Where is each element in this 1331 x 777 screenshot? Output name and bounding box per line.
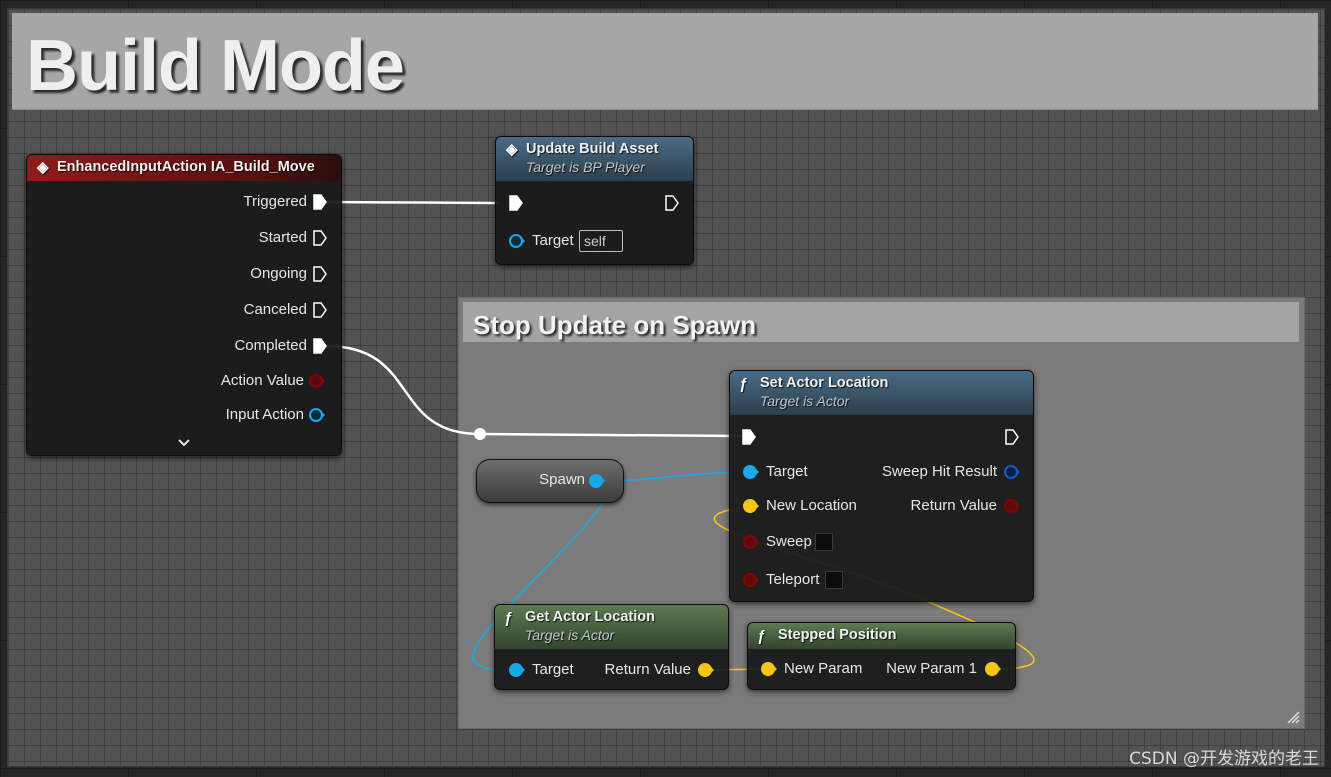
pin-label-sweep: Sweep [766,533,812,550]
target-self-field[interactable]: self [579,230,623,252]
sweep-checkbox[interactable] [815,533,833,551]
pin-label-triggered: Triggered [243,193,307,210]
data-pin-target-get[interactable] [508,662,526,678]
exec-pin-in-set[interactable] [742,429,756,445]
exec-pin-in-update[interactable] [509,195,523,211]
data-pin-new-param-1[interactable] [984,661,1002,677]
data-pin-target-set[interactable] [742,464,760,480]
node-header[interactable]: ƒ Get Actor Location Target is Actor [495,605,728,649]
data-pin-new-param[interactable] [760,661,778,677]
node-title: Update Build Asset [526,141,659,157]
function-icon: ƒ [739,376,748,393]
data-pin-return-value-get[interactable] [697,662,715,678]
node-subtitle: Target is Actor [760,393,850,409]
exec-pin-canceled[interactable] [313,302,327,318]
data-pin-teleport[interactable] [742,572,760,588]
pin-label-return-value: Return Value [604,661,691,678]
node-header[interactable]: ƒ Set Actor Location Target is Actor [730,371,1033,415]
exec-pin-triggered[interactable] [313,194,327,210]
pin-label-action-value: Action Value [220,372,304,389]
node-header[interactable]: ◈ EnhancedInputAction IA_Build_Move [27,155,341,181]
node-header[interactable]: ƒ Stepped Position [748,623,1015,649]
pin-label-target: Target [532,661,574,678]
pin-label-new-param-1: New Param 1 [886,660,977,677]
chevron-down-icon[interactable] [177,437,191,449]
data-pin-action-value[interactable] [308,373,326,389]
event-diamond-icon: ◈ [37,159,49,176]
stepped-position-node[interactable]: ƒ Stepped Position [747,622,1016,690]
exec-pin-out-set[interactable] [1005,429,1019,445]
pin-label-ongoing: Ongoing [250,265,307,282]
data-pin-new-location[interactable] [742,498,760,514]
function-icon: ƒ [757,628,766,645]
node-subtitle: Target is BP Player [526,159,645,175]
reroute-node [474,428,486,440]
node-subtitle: Target is Actor [525,627,615,643]
exec-pin-ongoing[interactable] [313,266,327,282]
pin-label-new-location: New Location [766,497,857,514]
pin-label-target: Target [532,232,574,249]
pin-label-input-action: Input Action [225,406,304,423]
pin-label-started: Started [258,229,307,246]
teleport-checkbox[interactable] [825,571,843,589]
node-header[interactable]: ◈ Update Build Asset Target is BP Player [496,137,693,181]
data-pin-sweep-hit-result[interactable] [1003,464,1021,480]
event-diamond-icon: ◈ [506,141,518,158]
node-title: EnhancedInputAction IA_Build_Move [57,159,315,175]
node-title: Get Actor Location [525,609,655,625]
set-actor-location-node[interactable]: ƒ Set Actor Location Target is Actor [729,370,1034,602]
pin-label-target: Target [766,463,808,480]
data-pin-input-action[interactable] [308,407,326,423]
data-pin-return-value-set[interactable] [1003,498,1021,514]
node-title: Set Actor Location [760,375,889,391]
exec-wire-triggered [325,200,499,205]
pin-label-canceled: Canceled [243,301,307,318]
pin-label-new-param: New Param [784,660,863,677]
exec-pin-out-update[interactable] [665,195,679,211]
data-pin-spawn[interactable] [588,473,606,489]
node-title: Stepped Position [778,627,897,643]
pin-label-completed: Completed [234,337,307,354]
exec-wire-completed [325,344,743,438]
exec-pin-completed[interactable] [313,338,327,354]
function-icon: ƒ [504,610,513,627]
pin-label-teleport: Teleport [766,571,820,588]
data-pin-target-update[interactable] [508,233,526,249]
pin-label-return-value: Return Value [910,497,997,514]
data-pin-sweep[interactable] [742,534,760,550]
variable-label: Spawn [539,471,585,488]
exec-pin-started[interactable] [313,230,327,246]
pin-label-sweep-hit-result: Sweep Hit Result [881,463,997,480]
watermark: CSDN @开发游戏的老王 [1129,749,1319,769]
